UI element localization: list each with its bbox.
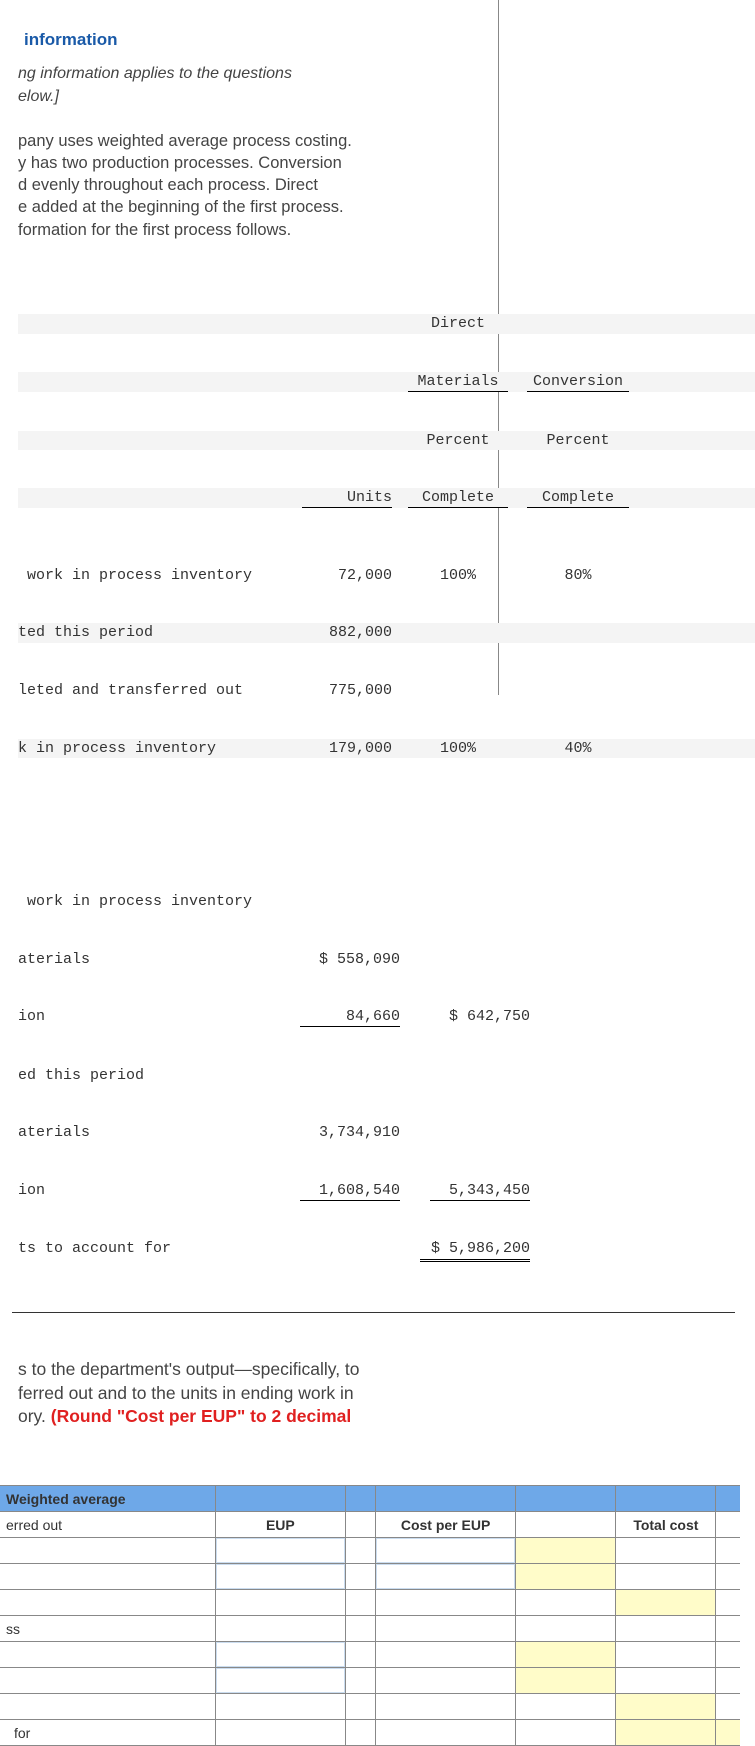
cost-conversion-label: ion <box>18 1007 278 1027</box>
q-l3: ory. <box>18 1406 51 1426</box>
cost-added-total: 5,343,450 <box>430 1181 530 1201</box>
cost-added-conv: 1,608,540 <box>300 1181 400 1201</box>
calc-last <box>716 1720 740 1746</box>
hdr-pct2: Percent <box>518 431 638 450</box>
row-start-units: 882,000 <box>278 623 398 642</box>
q-bold-red: (Round "Cost per EUP" to 2 decimal <box>51 1406 352 1426</box>
hdr-direct: Direct <box>398 314 518 333</box>
input-cpe-1[interactable] <box>375 1538 515 1564</box>
hdr-complete2: Complete <box>527 488 629 508</box>
cost-bwip-label: work in process inventory <box>18 892 278 911</box>
calc-blank-3 <box>516 1642 616 1668</box>
row-xfer-units: 775,000 <box>278 681 398 700</box>
data-table: Direct Materials Conversion Percent Perc… <box>0 257 755 1332</box>
input-cpe-2[interactable] <box>375 1564 515 1590</box>
row-bwip-conv: 80% <box>518 566 638 585</box>
hdr-conversion: Conversion <box>527 372 629 392</box>
row-ewip-conv: 40% <box>518 739 638 758</box>
answer-table: Weighted average erred out EUP Cost per … <box>0 1485 740 1746</box>
note-line2: elow.] <box>0 87 755 110</box>
hdr-total-cost: Total cost <box>616 1512 716 1538</box>
calc-blank-4 <box>516 1668 616 1694</box>
hdr-method: Weighted average <box>0 1486 215 1512</box>
para-l3: d evenly throughout each process. Direct <box>18 174 695 196</box>
cost-bwip-total: $ 642,750 <box>408 1007 538 1027</box>
divider-line <box>12 1312 735 1313</box>
row-bwip-units: 72,000 <box>278 566 398 585</box>
question-text: s to the department's output—specificall… <box>0 1332 755 1445</box>
para-l5: formation for the first process follows. <box>18 219 695 241</box>
row-bwip-mat: 100% <box>398 566 518 585</box>
hdr-cost-per-eup: Cost per EUP <box>375 1512 515 1538</box>
cost-grand-total: $ 5,986,200 <box>420 1239 530 1261</box>
para-l2: y has two production processes. Conversi… <box>18 152 695 174</box>
calc-total-2 <box>616 1694 716 1720</box>
cost-added-mat-label: aterials <box>18 1123 278 1142</box>
row-ss: ss <box>0 1616 215 1642</box>
note-line1: ng information applies to the questions <box>0 64 755 87</box>
row-xfer-label: leted and transferred out <box>18 681 278 700</box>
row-start-label: ted this period <box>18 623 278 642</box>
calc-blank-1 <box>516 1538 616 1564</box>
q-l2: ferred out and to the units in ending wo… <box>18 1383 354 1403</box>
input-eup-3[interactable] <box>215 1642 345 1668</box>
cost-bwip-mat: $ 558,090 <box>278 950 408 969</box>
hdr-materials: Materials <box>408 372 508 392</box>
answer-table-wrap: Weighted average erred out EUP Cost per … <box>0 1445 755 1746</box>
para-l4: e added at the beginning of the first pr… <box>18 196 695 218</box>
row-ewip-mat: 100% <box>398 739 518 758</box>
info-header: information <box>0 0 755 64</box>
cost-added-conv-label: ion <box>18 1181 278 1201</box>
input-eup-1[interactable] <box>215 1538 345 1564</box>
cost-bwip-conv: 84,660 <box>300 1007 400 1027</box>
cost-added-mat: 3,734,910 <box>278 1123 408 1142</box>
input-eup-2[interactable] <box>215 1564 345 1590</box>
hdr-complete1: Complete <box>408 488 508 508</box>
row-bwip-label: work in process inventory <box>18 566 278 585</box>
hdr-eup: EUP <box>215 1512 345 1538</box>
para-l1: pany uses weighted average process costi… <box>18 130 695 152</box>
problem-paragraph: pany uses weighted average process costi… <box>0 110 755 257</box>
input-eup-4[interactable] <box>215 1668 345 1694</box>
q-l1: s to the department's output—specificall… <box>18 1359 360 1379</box>
cost-total-label: ts to account for <box>18 1239 278 1261</box>
calc-blank-2 <box>516 1564 616 1590</box>
row-ewip-label: k in process inventory <box>18 739 278 758</box>
hdr-units: Units <box>302 488 392 508</box>
row-for: for <box>0 1720 215 1746</box>
row-ewip-units: 179,000 <box>278 739 398 758</box>
cost-materials-label: aterials <box>18 950 278 969</box>
calc-total-3 <box>616 1720 716 1746</box>
row-erred-out: erred out <box>0 1512 215 1538</box>
hdr-pct1: Percent <box>398 431 518 450</box>
calc-total-1 <box>616 1590 716 1616</box>
cost-added-label: ed this period <box>18 1066 278 1085</box>
